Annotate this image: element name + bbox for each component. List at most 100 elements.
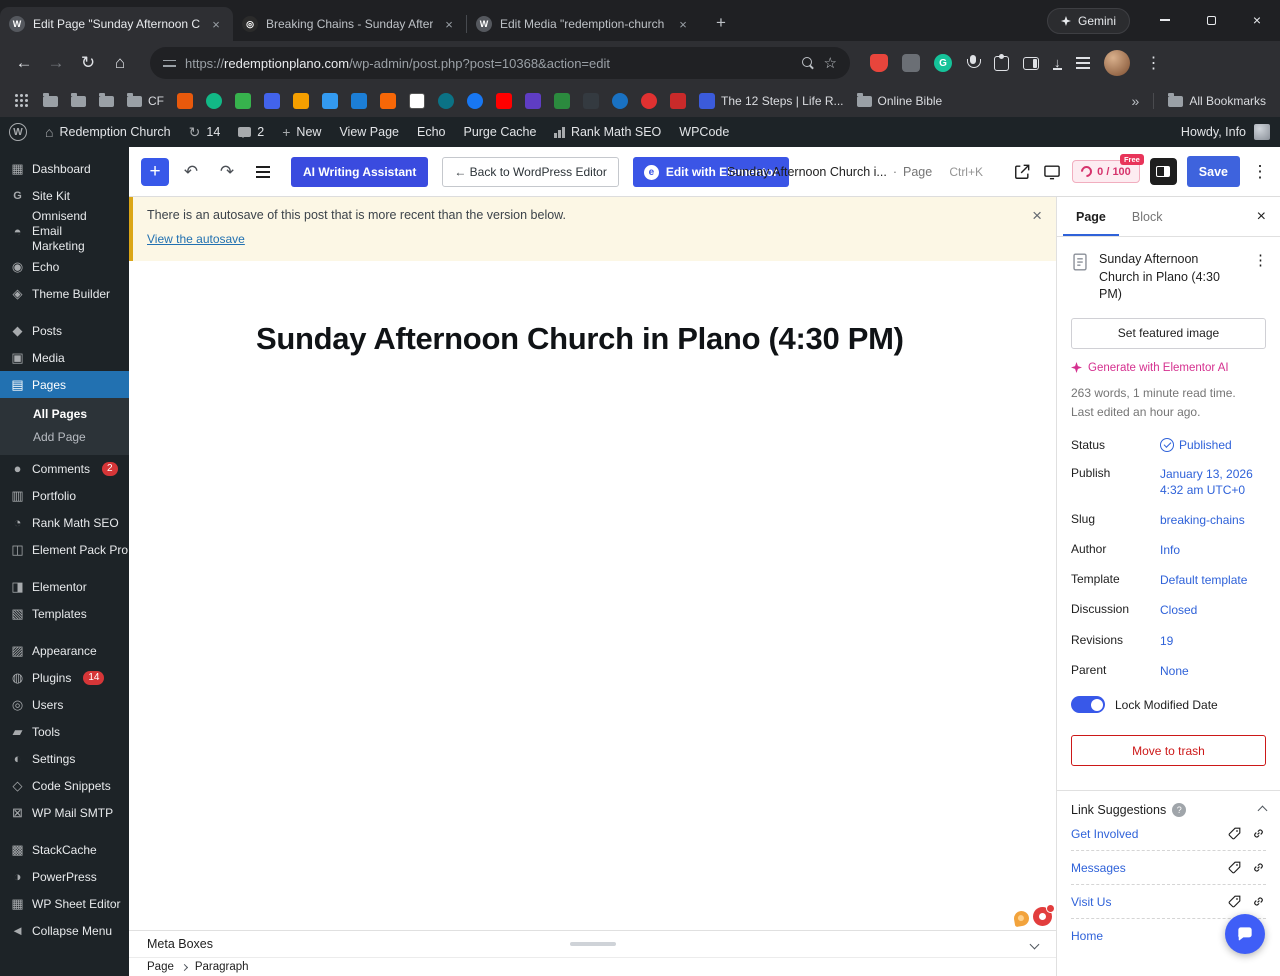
author-value[interactable]: Info xyxy=(1160,542,1266,558)
sidebar-item-posts[interactable]: ◆ Posts xyxy=(0,317,129,344)
bookmark-favicon[interactable] xyxy=(583,93,599,109)
grammarly-extension-icon[interactable]: G xyxy=(934,54,952,72)
bookmark-favicon[interactable] xyxy=(235,93,251,109)
sidebar-item-users[interactable]: ◎ Users xyxy=(0,691,129,718)
reload-icon[interactable]: ↻ xyxy=(72,47,104,79)
discussion-value[interactable]: Closed xyxy=(1160,602,1266,618)
meta-boxes-bar[interactable]: Meta Boxes xyxy=(129,930,1056,957)
url-text[interactable]: https://redemptionplano.com/wp-admin/pos… xyxy=(185,56,793,71)
echo-menu[interactable]: Echo xyxy=(408,117,455,147)
suggestion-link[interactable]: Get Involved xyxy=(1071,827,1138,841)
sidebar-item-stackcache[interactable]: ▩ StackCache xyxy=(0,836,129,863)
revisions-value[interactable]: 19 xyxy=(1160,633,1266,649)
purge-cache-menu[interactable]: Purge Cache xyxy=(454,117,545,147)
help-icon[interactable]: ? xyxy=(1172,803,1187,817)
sidebar-item-elementor[interactable]: ◨ Elementor xyxy=(0,573,129,600)
site-name-menu[interactable]: ⌂ Redemption Church xyxy=(36,117,180,147)
tag-icon[interactable] xyxy=(1227,894,1242,909)
address-bar[interactable]: https://redemptionplano.com/wp-admin/pos… xyxy=(150,47,850,79)
bookmark-favicon[interactable] xyxy=(670,93,686,109)
metabox-resize-handle[interactable] xyxy=(569,942,616,946)
close-panel-icon[interactable]: × xyxy=(1257,208,1274,226)
bookmark-favicon[interactable] xyxy=(641,93,657,109)
tab-close-icon[interactable]: × xyxy=(208,17,224,32)
bookmark-cf[interactable]: CF xyxy=(127,92,164,108)
admin-bar-account[interactable]: Howdy, Info xyxy=(1181,124,1280,140)
sidebar-item-plugins[interactable]: ◍ Plugins 14 xyxy=(0,664,129,691)
sidebar-item-theme-builder[interactable]: ◈ Theme Builder xyxy=(0,280,129,307)
generate-elementor-ai-link[interactable]: Generate with Elementor AI xyxy=(1071,362,1266,374)
browser-tab-3[interactable]: W Edit Media "redemption-church × xyxy=(467,7,700,41)
comments-menu[interactable]: 2 xyxy=(229,117,273,147)
template-value[interactable]: Default template xyxy=(1160,572,1266,588)
sidebar-item-code-snippets[interactable]: ◇ Code Snippets xyxy=(0,772,129,799)
rank-math-menu[interactable]: Rank Math SEO xyxy=(545,117,670,147)
home-icon[interactable]: ⌂ xyxy=(104,47,136,79)
updates-menu[interactable]: ↻ 14 xyxy=(180,117,230,147)
maximize-button[interactable] xyxy=(1188,0,1234,40)
profile-avatar[interactable] xyxy=(1103,50,1130,76)
gmail-bookmark-icon[interactable] xyxy=(409,93,425,109)
dismiss-notice-icon[interactable]: × xyxy=(1032,206,1042,226)
redo-icon[interactable]: ↷ xyxy=(213,158,241,186)
set-featured-image-button[interactable]: Set featured image xyxy=(1071,317,1266,349)
sidebar-item-tools[interactable]: ▰ Tools xyxy=(0,718,129,745)
link-suggestions-header[interactable]: Link Suggestions ? xyxy=(1071,803,1268,817)
bookmark-star-icon[interactable]: ☆ xyxy=(824,54,837,72)
sidebar-item-media[interactable]: ▣ Media xyxy=(0,344,129,371)
suggestion-link[interactable]: Home xyxy=(1071,929,1103,943)
browser-tab-1[interactable]: W Edit Page "Sunday Afternoon Cl × xyxy=(0,7,233,41)
youtube-bookmark-icon[interactable] xyxy=(496,93,512,109)
undo-icon[interactable]: ↶ xyxy=(177,158,205,186)
sidebar-item-rank-math[interactable]: ◔ Rank Math SEO xyxy=(0,509,129,536)
sidebar-item-portfolio[interactable]: ▥ Portfolio xyxy=(0,482,129,509)
editor-options-icon[interactable]: ⋮ xyxy=(1250,162,1270,182)
bookmark-favicon[interactable] xyxy=(264,93,280,109)
bookmark-favicon[interactable] xyxy=(293,93,309,109)
tag-icon[interactable] xyxy=(1227,826,1242,841)
wpcode-menu[interactable]: WPCode xyxy=(670,117,738,147)
sidebar-item-omnisend[interactable]: ◓ Omnisend Email Marketing xyxy=(0,209,129,253)
tag-icon[interactable] xyxy=(1227,860,1242,875)
bookmark-favicon[interactable] xyxy=(554,93,570,109)
side-panel-icon[interactable] xyxy=(1023,56,1039,70)
sidebar-item-site-kit[interactable]: G Site Kit xyxy=(0,182,129,209)
adblock-extension-icon[interactable] xyxy=(870,54,888,72)
back-to-wordpress-editor-button[interactable]: ← Back to WordPress Editor xyxy=(442,157,619,187)
link-icon[interactable] xyxy=(1251,826,1266,841)
tab-page[interactable]: Page xyxy=(1063,197,1119,236)
chevron-down-icon[interactable] xyxy=(1029,939,1040,949)
view-page-menu[interactable]: View Page xyxy=(330,117,408,147)
breadcrumb-root[interactable]: Page xyxy=(147,961,174,973)
forward-icon[interactable]: → xyxy=(40,47,72,79)
rank-math-score-badge[interactable]: 0 / 100 Free xyxy=(1072,154,1144,183)
editor-canvas[interactable]: Sunday Afternoon Church in Plano (4:30 P… xyxy=(129,261,1056,930)
folder-icon[interactable] xyxy=(71,92,86,107)
publish-value[interactable]: January 13, 2026 4:32 am UTC+0 xyxy=(1160,466,1266,498)
suggestion-link[interactable]: Visit Us xyxy=(1071,895,1111,909)
parent-value[interactable]: None xyxy=(1160,663,1266,679)
folder-icon[interactable] xyxy=(99,92,114,107)
bookmark-favicon[interactable] xyxy=(438,93,454,109)
bookmark-12-steps[interactable]: The 12 Steps | Life R... xyxy=(699,93,844,109)
tab-close-icon[interactable]: × xyxy=(675,17,691,32)
ai-writing-assistant-button[interactable]: AI Writing Assistant xyxy=(291,157,429,187)
sidebar-item-element-pack[interactable]: ◫ Element Pack Pro xyxy=(0,536,129,563)
breadcrumb-current[interactable]: Paragraph xyxy=(195,961,249,973)
collapse-chevron-icon[interactable] xyxy=(1257,805,1268,815)
post-title[interactable]: Sunday Afternoon Church in Plano (4:30 P… xyxy=(256,321,904,357)
bookmark-favicon[interactable] xyxy=(351,93,367,109)
bookmark-favicon[interactable] xyxy=(322,93,338,109)
folder-icon[interactable] xyxy=(43,92,58,107)
suggestion-link[interactable]: Messages xyxy=(1071,861,1126,875)
bookmarks-overflow-icon[interactable]: » xyxy=(1132,93,1140,109)
settings-sidebar-toggle[interactable] xyxy=(1149,158,1177,185)
tab-block[interactable]: Block xyxy=(1119,197,1176,236)
sidebar-item-powerpress[interactable]: ◑ PowerPress xyxy=(0,863,129,890)
document-options-icon[interactable]: ⋮ xyxy=(1253,251,1268,269)
all-bookmarks-button[interactable]: All Bookmarks xyxy=(1168,92,1266,108)
sidebar-item-echo[interactable]: ◉ Echo xyxy=(0,253,129,280)
bookmark-favicon[interactable] xyxy=(380,93,396,109)
site-settings-icon[interactable] xyxy=(163,59,176,68)
sidebar-item-dashboard[interactable]: ▦ Dashboard xyxy=(0,155,129,182)
